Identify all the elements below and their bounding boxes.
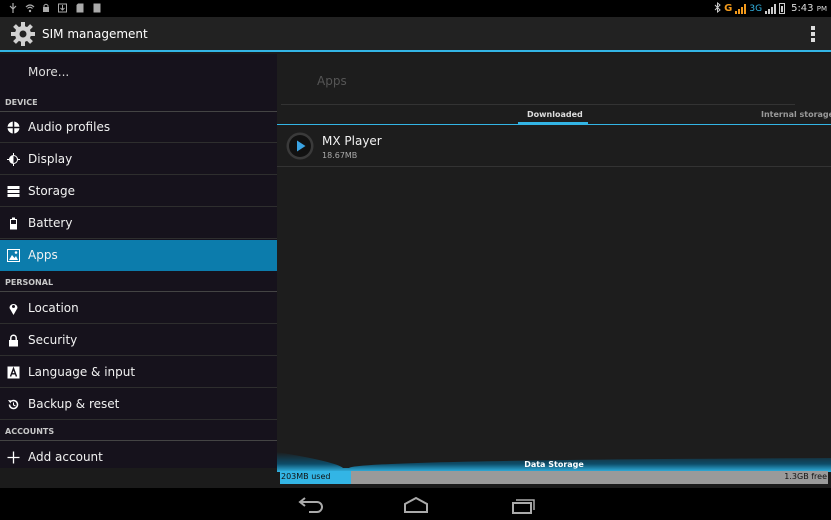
- storage-used-text: 203MB used: [281, 472, 331, 481]
- settings-item-label: Backup & reset: [28, 397, 120, 411]
- settings-item-battery[interactable]: Battery: [0, 208, 277, 239]
- settings-item-language-input[interactable]: Language & input: [0, 357, 277, 388]
- mx-player-icon: [286, 132, 314, 160]
- settings-item-label: Apps: [28, 248, 58, 262]
- location-pin-icon: [9, 304, 18, 315]
- back-icon[interactable]: [291, 494, 331, 516]
- battery-icon: [10, 217, 17, 230]
- sd-card-icon: [76, 3, 84, 16]
- status-bar-right: G 3G 5:43 PM: [714, 1, 827, 16]
- apps-icon: [7, 249, 20, 262]
- app-name: MX Player: [322, 134, 382, 148]
- clock-time: 5:43: [791, 3, 814, 14]
- wifi-icon: [25, 3, 35, 16]
- settings-item-backup-reset[interactable]: Backup & reset: [0, 389, 277, 420]
- settings-item-label: Location: [28, 301, 79, 315]
- settings-item-label: Add account: [28, 450, 103, 464]
- settings-item-label: Audio profiles: [28, 120, 111, 134]
- tab-active-indicator: [518, 122, 588, 125]
- audio-profiles-icon: [7, 121, 20, 134]
- bluetooth-icon: [714, 1, 721, 16]
- storage-free-text: 1.3GB free: [784, 472, 827, 481]
- section-header-personal: PERSONAL: [0, 272, 277, 292]
- settings-item-label: Battery: [28, 216, 73, 230]
- recent-apps-icon[interactable]: [502, 494, 542, 516]
- app-size: 18.67MB: [322, 151, 358, 160]
- home-icon[interactable]: [396, 494, 436, 516]
- battery-icon: [779, 3, 786, 14]
- network-type-3g: 3G: [749, 3, 763, 14]
- lock-notification-icon: [42, 3, 50, 16]
- settings-item-audio-profiles[interactable]: Audio profiles: [0, 112, 277, 143]
- clock: 5:43 PM: [791, 3, 827, 14]
- plus-icon: [7, 451, 20, 464]
- settings-item-label: Storage: [28, 184, 75, 198]
- backup-reset-icon: [8, 399, 19, 410]
- tab-internal-storage[interactable]: Internal storage: [761, 110, 831, 119]
- settings-item-label: Display: [28, 152, 73, 166]
- section-header-label: ACCOUNTS: [5, 427, 55, 436]
- settings-item-storage[interactable]: Storage: [0, 176, 277, 207]
- page-title: SIM management: [42, 27, 148, 41]
- settings-item-add-account[interactable]: Add account: [0, 442, 277, 468]
- sd-card-icon: [93, 3, 101, 16]
- section-header-label: PERSONAL: [5, 278, 54, 287]
- lock-icon: [9, 334, 18, 347]
- settings-item-label: More...: [28, 65, 70, 79]
- overflow-menu-icon[interactable]: [811, 26, 815, 42]
- section-header-device: DEVICE: [0, 92, 277, 112]
- language-icon: [7, 366, 20, 379]
- clock-ampm: PM: [816, 5, 827, 13]
- apps-tabs: Downloaded Internal storage: [277, 105, 831, 125]
- apps-pane: Apps Downloaded Internal storage MX Play…: [277, 54, 831, 468]
- storage-label: Data Storage: [524, 460, 584, 469]
- status-bar: G 3G 5:43 PM: [0, 0, 831, 17]
- settings-list: More... DEVICE Audio profiles Display St…: [0, 54, 277, 468]
- settings-item-more[interactable]: More...: [0, 54, 277, 79]
- section-header-accounts: ACCOUNTS: [0, 421, 277, 441]
- app-list-item-mx-player[interactable]: MX Player 18.67MB: [277, 126, 831, 167]
- section-header-label: DEVICE: [5, 98, 38, 107]
- navigation-bar: [0, 488, 831, 520]
- signal-icon: [765, 3, 777, 14]
- settings-item-label: Language & input: [28, 365, 136, 379]
- settings-item-apps[interactable]: Apps: [0, 240, 277, 271]
- usb-icon: [9, 3, 17, 16]
- signal-icon: [735, 3, 747, 14]
- storage-bar: 203MB used 1.3GB free: [280, 471, 828, 484]
- download-icon: [58, 3, 67, 16]
- apps-heading: Apps: [317, 74, 347, 88]
- settings-item-security[interactable]: Security: [0, 325, 277, 356]
- settings-item-label: Security: [28, 333, 78, 347]
- network-type-g: G: [724, 3, 733, 14]
- display-brightness-icon: [7, 153, 20, 166]
- settings-gear-icon[interactable]: [10, 21, 36, 47]
- action-bar: SIM management: [0, 17, 831, 52]
- storage-icon: [7, 186, 20, 197]
- settings-item-display[interactable]: Display: [0, 144, 277, 175]
- tab-downloaded[interactable]: Downloaded: [527, 110, 583, 119]
- settings-item-location[interactable]: Location: [0, 293, 277, 324]
- android-screen: G 3G 5:43 PM SIM management More... DEVI…: [0, 0, 831, 520]
